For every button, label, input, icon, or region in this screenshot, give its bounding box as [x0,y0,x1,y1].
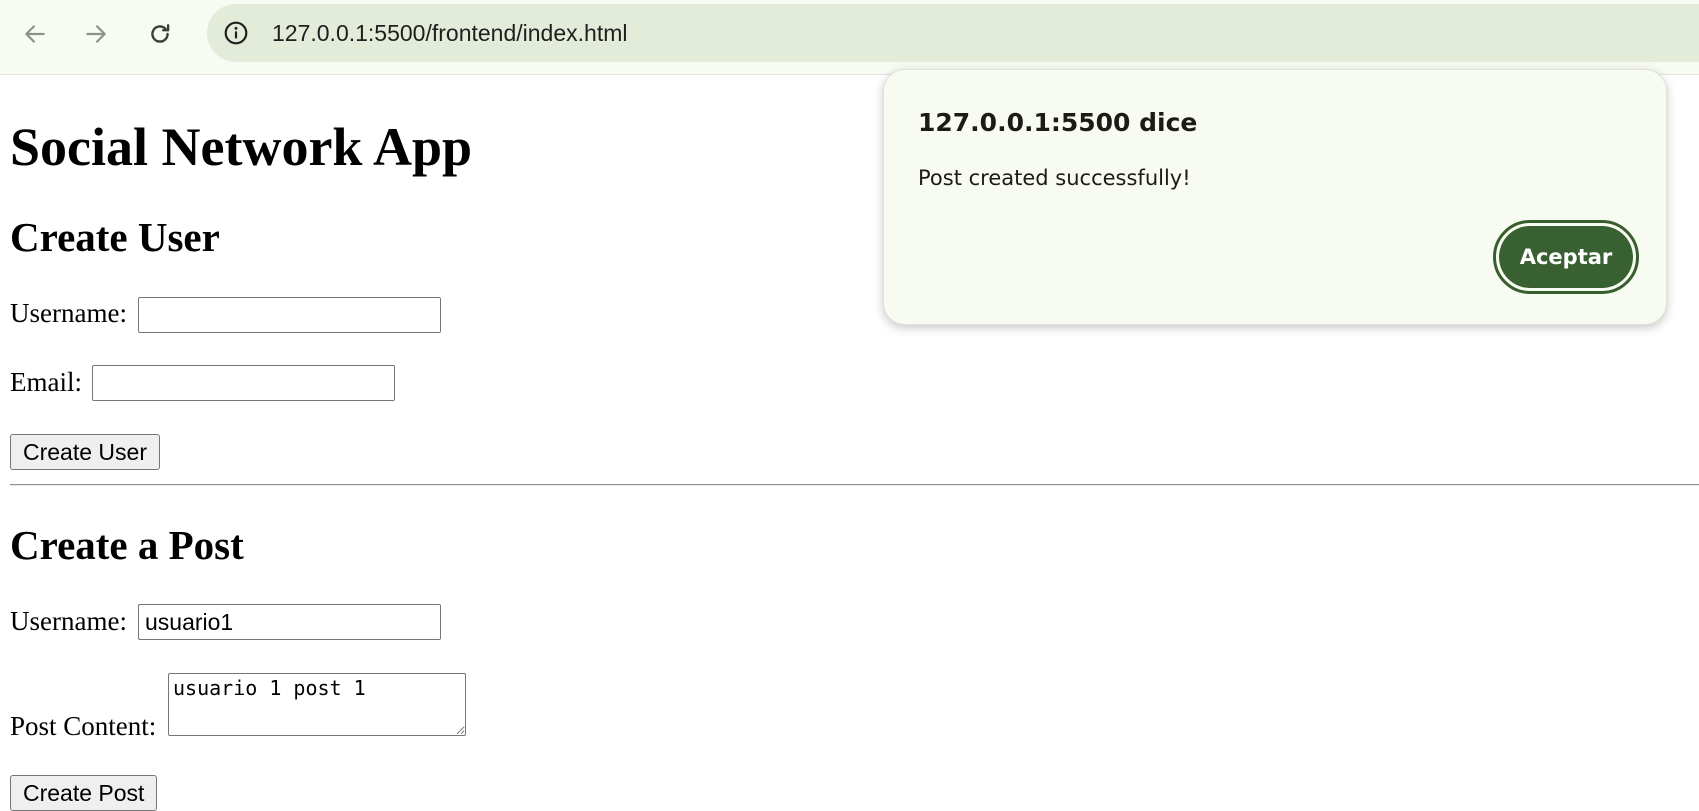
browser-toolbar: 127.0.0.1:5500/frontend/index.html [0,0,1699,75]
alert-dialog: 127.0.0.1:5500 dice Post created success… [883,69,1667,325]
reload-icon [151,24,170,43]
create-user-heading: Create User [10,214,220,260]
dialog-ok-button[interactable]: Aceptar [1493,220,1639,294]
dialog-title: 127.0.0.1:5500 dice [918,108,1198,137]
create-user-email-label: Email: [10,367,82,397]
create-post-username-input[interactable] [138,604,441,640]
create-user-username-label: Username: [10,298,127,328]
create-post-button[interactable]: Create Post [10,775,158,811]
create-post-username-label: Username: [10,606,127,636]
create-user-button[interactable]: Create User [10,434,160,470]
url-text[interactable]: 127.0.0.1:5500/frontend/index.html [272,4,627,62]
dialog-ok-label: Aceptar [1499,226,1633,288]
site-info-button[interactable] [217,14,255,52]
arrow-right-icon [86,25,106,43]
section-divider [10,484,1699,486]
reload-button[interactable] [140,14,180,54]
post-content-label: Post Content: [10,711,157,741]
create-user-username-input[interactable] [138,297,441,333]
address-bar[interactable]: 127.0.0.1:5500/frontend/index.html [207,4,1699,62]
create-user-email-input[interactable] [92,365,395,401]
arrow-left-icon [25,25,45,43]
page-title: Social Network App [10,117,473,177]
info-icon [224,21,248,45]
back-button[interactable] [15,14,55,54]
create-post-heading: Create a Post [10,522,244,568]
forward-button[interactable] [76,14,116,54]
post-content-textarea[interactable]: usuario 1 post 1 [168,673,466,736]
dialog-message: Post created successfully! [918,166,1191,190]
